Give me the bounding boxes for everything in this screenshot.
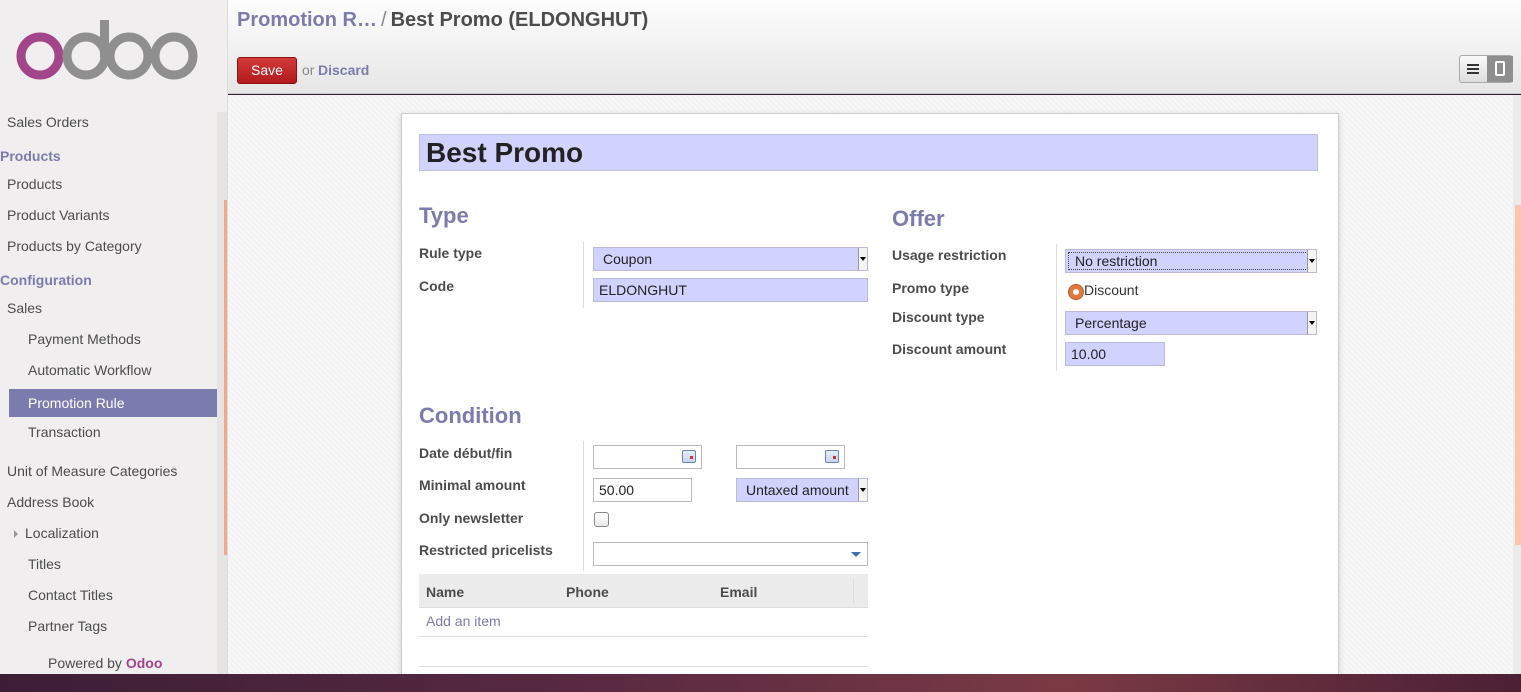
form-view-icon[interactable]	[1487, 56, 1513, 82]
minimal-amount-label: Minimal amount	[419, 477, 526, 493]
promo-type-label: Promo type	[892, 280, 970, 296]
code-input[interactable]: ELDONGHUT	[593, 278, 868, 302]
restricted-pricelists-input[interactable]	[593, 542, 868, 566]
table-row: Add an item	[419, 608, 868, 637]
code-label: Code	[419, 278, 454, 294]
rule-type-label: Rule type	[419, 245, 483, 261]
offer-divider	[1056, 244, 1057, 371]
main-scroll-accent	[1515, 205, 1521, 545]
usage-restriction-label: Usage restriction	[892, 247, 1007, 263]
usage-restriction-value: No restriction	[1075, 253, 1158, 269]
type-section-title: Type	[419, 203, 469, 228]
discount-type-dropdown-arrow-icon[interactable]	[1307, 312, 1316, 334]
amount-type-dropdown-arrow-icon[interactable]	[858, 479, 867, 501]
sidebar-item-promotion-rule[interactable]: Promotion Rule	[9, 389, 217, 417]
table-header: Name Phone Email	[419, 574, 868, 608]
rule-type-select[interactable]: Coupon	[593, 247, 868, 271]
control-panel: Promotion R… / Best Promo (ELDONGHUT) Save…	[228, 0, 1521, 94]
sidebar: Sales Orders Products Products Product V…	[0, 0, 228, 674]
discard-link[interactable]: Discard	[318, 62, 369, 78]
sidebar-item-products[interactable]: Products	[0, 170, 217, 201]
amount-type-select[interactable]: Untaxed amount	[736, 478, 868, 502]
sidebar-item-products-by-category[interactable]: Products by Category	[0, 232, 217, 263]
only-newsletter-checkbox[interactable]	[594, 512, 609, 527]
usage-restriction-dropdown-arrow-icon[interactable]	[1307, 250, 1316, 272]
calendar-icon[interactable]	[825, 450, 839, 463]
or-text: or	[302, 62, 315, 78]
table-row	[419, 637, 868, 667]
column-header-phone[interactable]: Phone	[566, 584, 609, 600]
usage-restriction-select[interactable]: No restriction	[1065, 249, 1317, 273]
pricelist-dropdown-icon[interactable]	[851, 552, 861, 557]
sidebar-item-product-variants[interactable]: Product Variants	[0, 201, 217, 232]
discount-type-label: Discount type	[892, 309, 985, 325]
offer-section-title: Offer	[892, 206, 945, 231]
odoo-logo[interactable]	[14, 18, 198, 82]
discount-type-value: Percentage	[1075, 315, 1147, 331]
date-end-input[interactable]	[736, 445, 845, 469]
date-start-input[interactable]	[593, 445, 702, 469]
sidebar-item-contact-titles[interactable]: Contact Titles	[0, 581, 217, 612]
main-content: Best Promo Type Rule type Code Coupon EL…	[228, 95, 1521, 683]
promo-type-discount-radio[interactable]	[1068, 284, 1084, 300]
sidebar-item-localization-label: Localization	[25, 525, 99, 541]
amount-type-value: Untaxed amount	[746, 482, 849, 498]
sidebar-item-titles[interactable]: Titles	[0, 550, 217, 581]
sidebar-heading-configuration: Configuration	[0, 272, 92, 288]
promo-name-field[interactable]: Best Promo	[419, 134, 1318, 171]
type-divider	[583, 242, 584, 308]
desktop-background	[0, 674, 1521, 692]
condition-section-title: Condition	[419, 403, 522, 428]
minimal-amount-input[interactable]: 50.00	[593, 478, 692, 502]
rule-type-dropdown-arrow-icon[interactable]	[858, 248, 867, 270]
sidebar-heading-products: Products	[0, 148, 61, 164]
powered-by-prefix: Powered by	[48, 655, 122, 671]
save-button[interactable]: Save	[237, 57, 297, 84]
sidebar-item-partner-tags[interactable]: Partner Tags	[0, 612, 217, 643]
odoo-logo-icon	[16, 20, 198, 80]
expand-caret-icon[interactable]	[14, 530, 18, 539]
powered-by-brand[interactable]: Odoo	[126, 655, 163, 671]
view-switcher	[1459, 55, 1513, 83]
discount-amount-label: Discount amount	[892, 341, 1007, 357]
column-header-email[interactable]: Email	[720, 584, 757, 600]
breadcrumb-separator: /	[381, 9, 387, 31]
sidebar-menu: Sales Orders Products Products Product V…	[0, 108, 217, 643]
sidebar-item-unit-of-measure-categories[interactable]: Unit of Measure Categories	[0, 457, 217, 488]
only-newsletter-label: Only newsletter	[419, 510, 524, 526]
breadcrumb: Promotion R… / Best Promo (ELDONGHUT)	[237, 9, 648, 32]
discount-type-select[interactable]: Percentage	[1065, 311, 1317, 335]
sidebar-item-payment-methods[interactable]: Payment Methods	[0, 325, 217, 356]
sidebar-item-automatic-workflow[interactable]: Automatic Workflow	[0, 356, 217, 387]
sidebar-item-transaction[interactable]: Transaction	[0, 418, 217, 449]
column-separator	[853, 578, 854, 604]
sidebar-item-sales[interactable]: Sales	[0, 294, 217, 325]
breadcrumb-parent-link[interactable]: Promotion R…	[237, 9, 377, 31]
column-header-name[interactable]: Name	[426, 584, 464, 600]
discount-amount-input[interactable]: 10.00	[1065, 342, 1165, 366]
sidebar-item-address-book[interactable]: Address Book	[0, 488, 217, 519]
form-sheet: Best Promo Type Rule type Code Coupon EL…	[401, 113, 1339, 683]
add-an-item-link[interactable]: Add an item	[426, 613, 501, 629]
restricted-pricelists-label: Restricted pricelists	[419, 542, 553, 558]
sidebar-item-sales-orders[interactable]: Sales Orders	[0, 108, 217, 139]
calendar-icon[interactable]	[682, 450, 696, 463]
powered-by: Powered by Odoo	[48, 655, 162, 671]
date-range-label: Date début/fin	[419, 445, 513, 461]
condition-divider	[583, 441, 584, 571]
list-view-icon[interactable]	[1460, 56, 1486, 82]
rule-type-value: Coupon	[603, 251, 653, 267]
breadcrumb-current: Best Promo (ELDONGHUT)	[390, 9, 649, 31]
contacts-table: Name Phone Email Add an item	[419, 574, 868, 667]
promo-type-discount-label: Discount	[1084, 282, 1139, 298]
sidebar-item-localization[interactable]: Localization	[0, 519, 217, 550]
